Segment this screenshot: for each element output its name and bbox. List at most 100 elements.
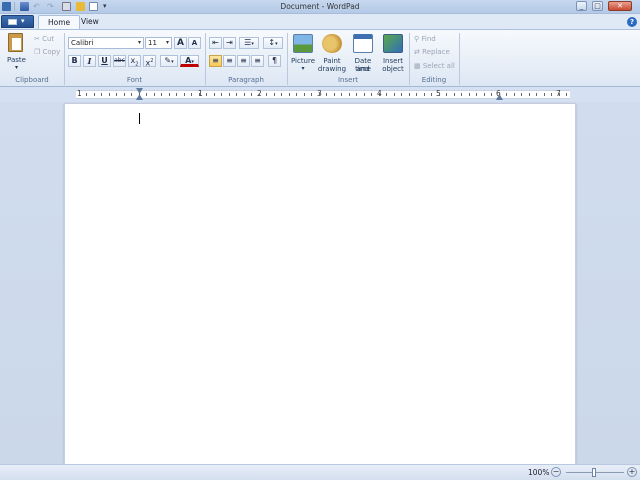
strikethrough-button[interactable]: abc — [113, 55, 126, 67]
ruler-tick — [296, 93, 297, 96]
ruler-tick — [566, 93, 567, 96]
ruler-tick — [341, 93, 342, 96]
bold-button[interactable]: B — [68, 55, 81, 67]
ruler-tick — [514, 93, 515, 96]
ruler-tick — [529, 93, 530, 96]
text-caret — [139, 113, 140, 124]
font-family-value: Calibri — [71, 39, 94, 47]
paste-button[interactable]: Paste ▾ — [3, 32, 30, 72]
font-family-combo[interactable]: Calibri ▾ — [68, 37, 144, 49]
zoom-in-button[interactable]: + — [627, 467, 637, 477]
paste-label: Paste — [7, 56, 26, 64]
ruler-tick — [416, 93, 417, 96]
font-size-value: 11 — [148, 39, 157, 47]
paint-label-line1: Paint — [323, 57, 341, 65]
ruler-tick — [124, 93, 125, 96]
group-label-editing: Editing — [421, 76, 447, 84]
document-icon — [8, 19, 17, 25]
ribbon-tab-row: ▾ Home View ? — [0, 14, 640, 29]
ruler-tick — [431, 93, 432, 96]
font-size-combo[interactable]: 11 ▾ — [145, 37, 172, 49]
ruler-tick — [439, 93, 440, 96]
ruler-tick — [491, 93, 492, 96]
cut-label: Cut — [42, 35, 55, 43]
ruler-tick — [559, 93, 560, 96]
justify-icon[interactable]: ≡ — [251, 55, 264, 67]
subscript-button[interactable]: x2 — [128, 55, 141, 68]
superscript-button[interactable]: x2 — [143, 55, 156, 68]
ruler-tick — [116, 93, 117, 96]
replace-label: Replace — [422, 48, 450, 56]
ruler-tick — [446, 93, 447, 96]
right-indent-marker[interactable] — [496, 94, 503, 100]
zoom-out-button[interactable]: − — [551, 467, 561, 477]
shrink-font-button[interactable]: A — [188, 37, 201, 49]
zoom-slider-thumb[interactable] — [592, 468, 596, 477]
object-label-line1: Insert — [382, 57, 404, 65]
window-title: Document - WordPad — [280, 2, 360, 11]
ruler-tick — [86, 93, 87, 96]
chevron-down-icon: ▾ — [171, 59, 174, 65]
paragraph-settings-icon[interactable]: ¶ — [268, 55, 281, 67]
ruler-tick — [334, 93, 335, 96]
italic-label: I — [87, 56, 92, 66]
increase-indent-icon[interactable]: ⇥ — [223, 37, 236, 49]
chevron-down-icon: ▾ — [275, 41, 278, 47]
ruler-tick — [506, 93, 507, 96]
ruler-number: 1 — [77, 89, 82, 98]
picture-button[interactable]: Picture ▾ — [289, 33, 317, 73]
picture-label: Picture — [290, 57, 316, 65]
ruler-tick — [401, 93, 402, 96]
italic-button[interactable]: I — [83, 55, 96, 67]
ruler-tick — [304, 93, 305, 96]
insert-object-button[interactable]: Insert object — [380, 33, 406, 73]
ruler-tick — [206, 93, 207, 96]
select-all-button[interactable]: ▦ Select all — [413, 61, 459, 72]
grow-font-button[interactable]: A — [174, 37, 187, 49]
ruler-tick — [266, 93, 267, 96]
group-label-clipboard: Clipboard — [15, 76, 49, 84]
document-page[interactable] — [64, 104, 576, 464]
font-color-button[interactable]: A▾ — [180, 55, 199, 67]
cut-button[interactable]: ✂ Cut — [33, 34, 61, 45]
highlight-color-button[interactable]: ✎▾ — [160, 55, 178, 67]
app-menu-button[interactable]: ▾ — [1, 15, 34, 28]
maximize-button[interactable]: □ — [592, 1, 603, 11]
align-center-icon[interactable]: ≡ — [223, 55, 236, 67]
chevron-down-icon: ▾ — [14, 64, 18, 71]
grow-font-label: A — [177, 38, 184, 48]
paint-drawing-button[interactable]: Paint drawing — [318, 33, 346, 73]
ruler-tick — [386, 93, 387, 96]
align-left-icon[interactable]: ≡ — [209, 55, 222, 67]
replace-button[interactable]: ⇄ Replace — [413, 47, 457, 58]
close-button[interactable]: ✕ — [608, 1, 632, 11]
copy-button[interactable]: ❐ Copy — [33, 47, 63, 58]
line-spacing-icon[interactable]: ↕▾ — [263, 37, 283, 49]
ruler-tick — [311, 93, 312, 96]
underline-button[interactable]: U — [98, 55, 111, 67]
ruler-tick — [476, 93, 477, 96]
find-label: Find — [421, 35, 436, 43]
strikethrough-label: abc — [114, 57, 125, 64]
binoculars-icon: ⚲ — [414, 35, 420, 43]
date-time-button[interactable]: Date and time — [347, 33, 379, 73]
picture-icon — [293, 34, 313, 53]
help-icon[interactable]: ? — [627, 17, 637, 27]
chevron-down-icon: ▾ — [137, 39, 141, 46]
ruler-tick — [191, 93, 192, 96]
minimize-button[interactable]: _ — [576, 1, 587, 11]
ruler-tick — [214, 93, 215, 96]
copy-label: Copy — [42, 48, 61, 56]
ruler-tick — [364, 93, 365, 96]
chevron-down-icon: ▾ — [165, 39, 169, 46]
decrease-indent-icon[interactable]: ⇤ — [209, 37, 222, 49]
tab-view[interactable]: View — [72, 15, 108, 29]
left-indent-marker[interactable] — [136, 94, 143, 100]
bullets-list-icon[interactable]: ☰▾ — [239, 37, 259, 49]
group-label-insert: Insert — [337, 76, 359, 84]
ruler-tick — [184, 93, 185, 96]
find-button[interactable]: ⚲ Find — [413, 34, 453, 45]
minus-icon: − — [552, 467, 560, 476]
align-right-icon[interactable]: ≡ — [237, 55, 250, 67]
chevron-down-icon: ▾ — [191, 59, 194, 65]
